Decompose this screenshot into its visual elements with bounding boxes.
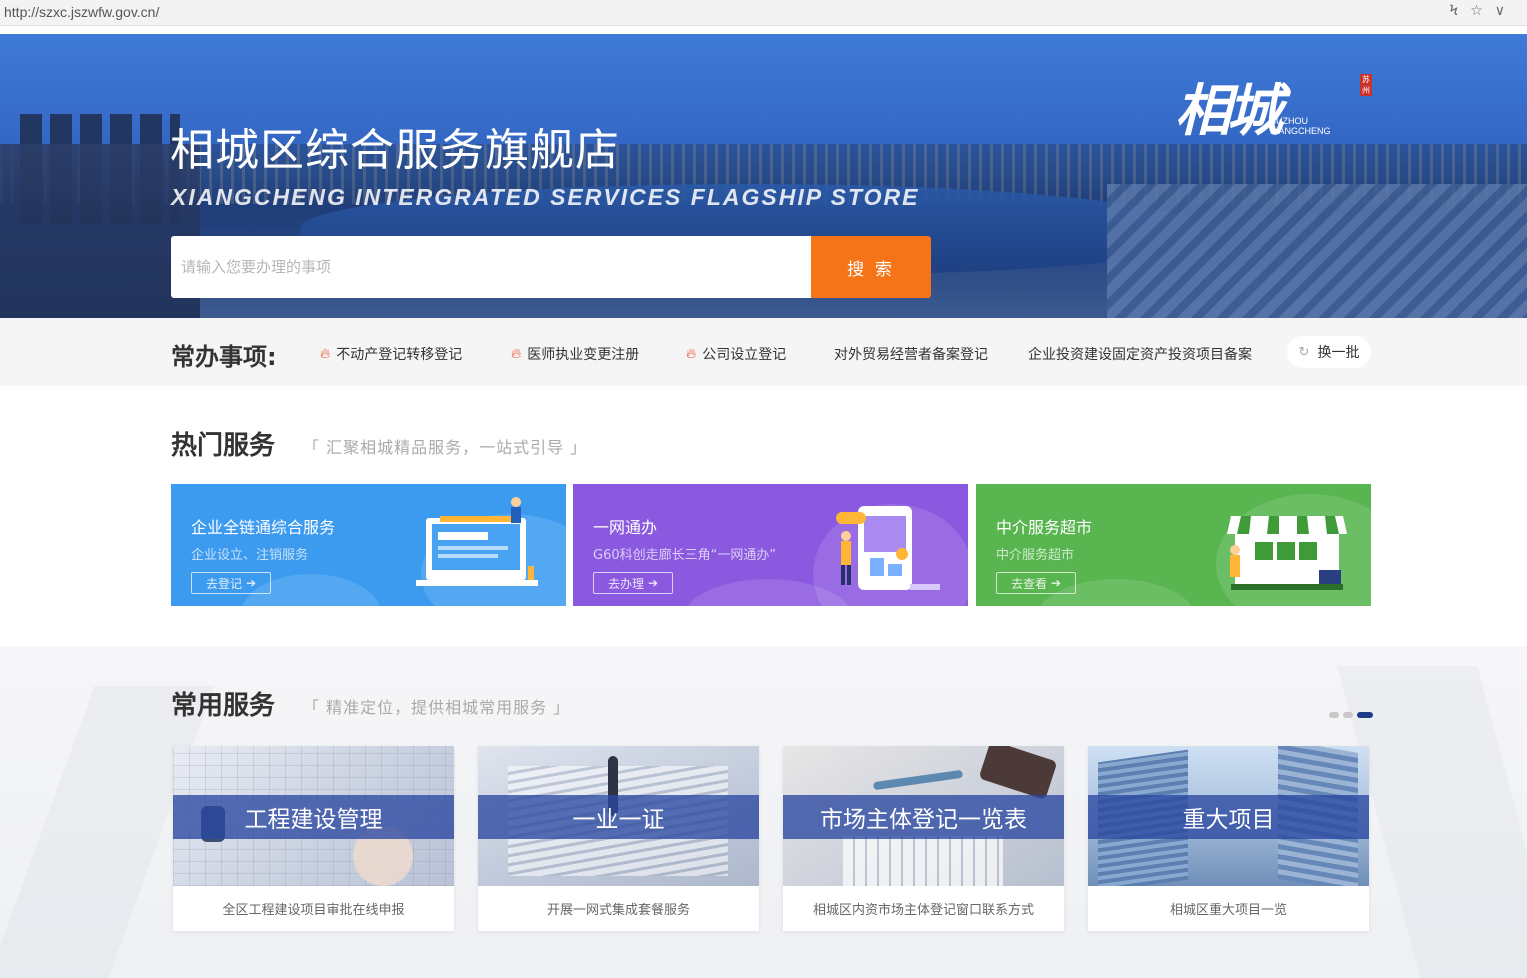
refresh-batch-label: 换一批 bbox=[1317, 345, 1360, 361]
arrow-right-circle-icon: ➔ bbox=[1050, 576, 1062, 590]
common-card-major-projects[interactable]: 重大项目 相城区重大项目一览 bbox=[1088, 746, 1369, 931]
carousel-dot[interactable] bbox=[1343, 712, 1353, 718]
hot-card-button-label: 去登记 bbox=[205, 576, 242, 591]
hot-services-title: 热门服务 bbox=[171, 431, 276, 461]
hot-card-desc: 企业设立、注销服务 bbox=[191, 548, 309, 563]
common-card-title: 重大项目 bbox=[1088, 795, 1369, 839]
frequent-items-title: 常办事项: bbox=[171, 343, 277, 371]
xiangcheng-logo: 相城 苏州 SUZHOU XIANGCHENG bbox=[1175, 66, 1375, 146]
lightning-icon[interactable]: Ϟ bbox=[1449, 3, 1458, 19]
logo-calligraphy: 相城 bbox=[1175, 78, 1283, 144]
store-illustration-icon bbox=[1227, 516, 1347, 590]
arrow-right-circle-icon: ➔ bbox=[245, 576, 257, 590]
star-icon[interactable]: ☆ bbox=[1470, 3, 1483, 19]
common-card-construction[interactable]: 工程建设管理 全区工程建设项目审批在线申报 bbox=[173, 746, 454, 931]
hot-card-desc: 中介服务超市 bbox=[996, 548, 1075, 563]
frequent-item-label: 不动产登记转移登记 bbox=[336, 347, 463, 363]
frequent-item-label: 企业投资建设固定资产投资项目备案 bbox=[1028, 347, 1252, 363]
hot-card-title: 企业全链通综合服务 bbox=[191, 518, 336, 537]
phone-illustration-icon bbox=[836, 506, 940, 590]
hot-card-desc: G60科创走廊长三角“一网通办” bbox=[593, 548, 777, 563]
common-services-title: 常用服务 bbox=[171, 691, 276, 721]
hot-card-button[interactable]: 去办理 ➔ bbox=[593, 572, 673, 594]
search-button[interactable]: 搜 索 bbox=[811, 236, 931, 298]
common-card-market-registration[interactable]: 市场主体登记一览表 相城区内资市场主体登记窗口联系方式 bbox=[783, 746, 1064, 931]
fire-icon: 🔥︎ bbox=[686, 346, 697, 362]
logo-seal: 苏州 bbox=[1360, 74, 1372, 96]
carousel-pagination bbox=[1329, 712, 1373, 718]
fire-icon: 🔥︎ bbox=[511, 346, 522, 362]
hot-card-button-label: 去查看 bbox=[1010, 576, 1047, 591]
hot-card-button[interactable]: 去查看 ➔ bbox=[996, 572, 1076, 594]
search-input[interactable] bbox=[171, 236, 811, 298]
address-bar-icons: Ϟ ☆ ∨ bbox=[1449, 3, 1505, 19]
common-card-title: 一业一证 bbox=[478, 795, 759, 839]
hot-card-one-network[interactable]: 一网通办 G60科创走廊长三角“一网通办” 去办理 ➔ bbox=[573, 484, 968, 606]
frequent-item-label: 公司设立登记 bbox=[702, 347, 787, 363]
hot-card-title: 一网通办 bbox=[593, 518, 658, 537]
common-services-subtitle: 「 精准定位，提供相城常用服务 」 bbox=[303, 698, 571, 717]
common-card-title: 工程建设管理 bbox=[173, 795, 454, 839]
hot-card-button-label: 去办理 bbox=[607, 576, 644, 591]
logo-en-line-1: SUZHOU bbox=[1270, 116, 1308, 126]
frequent-item[interactable]: 🔥︎ 医师执业变更注册 bbox=[511, 344, 639, 364]
frequent-item-label: 医师执业变更注册 bbox=[527, 347, 640, 363]
common-card-one-license[interactable]: 一业一证 开展一网式集成套餐服务 bbox=[478, 746, 759, 931]
search-bar: 搜 索 bbox=[171, 236, 931, 298]
computer-illustration-icon bbox=[416, 497, 538, 586]
page-title: 相城区综合服务旗舰店 bbox=[170, 125, 620, 176]
hero-shore-right bbox=[1107, 184, 1527, 318]
common-card-caption: 相城区重大项目一览 bbox=[1169, 903, 1287, 918]
common-card-caption: 全区工程建设项目审批在线申报 bbox=[222, 903, 405, 918]
common-card-caption: 相城区内资市场主体登记窗口联系方式 bbox=[812, 903, 1034, 918]
frequent-item[interactable]: 🔥︎ 公司设立登记 bbox=[686, 344, 786, 364]
hot-card-title: 中介服务超市 bbox=[996, 518, 1093, 537]
carousel-dot-active[interactable] bbox=[1357, 712, 1373, 718]
refresh-icon: ↻ bbox=[1298, 344, 1310, 360]
page-subtitle: XIANGCHENG INTERGRATED SERVICES FLAGSHIP… bbox=[171, 184, 920, 210]
frequent-item[interactable]: 🔥︎ 不动产登记转移登记 bbox=[320, 344, 462, 364]
frequent-item[interactable]: 企业投资建设固定资产投资项目备案 bbox=[1028, 344, 1252, 364]
hot-card-button[interactable]: 去登记 ➔ bbox=[191, 572, 271, 594]
browser-address-bar[interactable]: http://szxc.jszwfw.gov.cn/ Ϟ ☆ ∨ bbox=[0, 0, 1527, 26]
url-text[interactable]: http://szxc.jszwfw.gov.cn/ bbox=[4, 4, 159, 20]
hot-card-intermediary[interactable]: 中介服务超市 中介服务超市 去查看 ➔ bbox=[976, 484, 1371, 606]
frequent-item[interactable]: 对外贸易经营者备案登记 bbox=[834, 344, 988, 364]
arrow-right-circle-icon: ➔ bbox=[647, 576, 659, 590]
frequent-items-bar: 常办事项: 🔥︎ 不动产登记转移登记 🔥︎ 医师执业变更注册 🔥︎ 公司设立登记… bbox=[0, 318, 1527, 386]
fire-icon: 🔥︎ bbox=[320, 346, 331, 362]
hot-card-enterprise[interactable]: 企业全链通综合服务 企业设立、注销服务 去登记 ➔ bbox=[171, 484, 566, 606]
refresh-batch-button[interactable]: ↻ 换一批 bbox=[1287, 336, 1371, 368]
frequent-item-label: 对外贸易经营者备案登记 bbox=[834, 347, 988, 363]
hero-banner: 相城区综合服务旗舰店 XIANGCHENG INTERGRATED SERVIC… bbox=[0, 34, 1527, 318]
common-card-title: 市场主体登记一览表 bbox=[783, 795, 1064, 839]
carousel-dot[interactable] bbox=[1329, 712, 1339, 718]
chevron-down-icon[interactable]: ∨ bbox=[1495, 3, 1505, 19]
logo-en-line-2: XIANGCHENG bbox=[1270, 126, 1331, 136]
hot-services-subtitle: 「 汇聚相城精品服务，一站式引导 」 bbox=[303, 438, 588, 457]
common-card-caption: 开展一网式集成套餐服务 bbox=[546, 903, 690, 918]
